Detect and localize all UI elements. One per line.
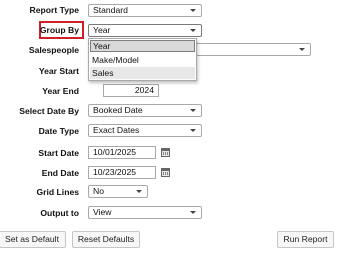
- group-by-option-make-model[interactable]: Make/Model: [90, 54, 195, 66]
- group-by-label: Group By: [39, 25, 79, 35]
- output-to-value: View: [93, 207, 112, 217]
- date-type-select[interactable]: Exact Dates: [88, 124, 202, 137]
- grid-lines-label: Grid Lines: [36, 187, 80, 197]
- calendar-icon[interactable]: [161, 168, 170, 177]
- reset-defaults-button[interactable]: Reset Defaults: [72, 231, 140, 248]
- run-report-button[interactable]: Run Report: [277, 231, 334, 248]
- select-date-by-value: Booked Date: [93, 105, 143, 115]
- end-date-input[interactable]: 10/23/2025: [88, 166, 156, 179]
- chevron-down-icon: [136, 190, 142, 193]
- year-end-input[interactable]: 2024: [103, 84, 159, 97]
- end-date-label: End Date: [41, 168, 79, 178]
- group-by-option-year[interactable]: Year: [90, 40, 195, 52]
- report-type-value: Standard: [93, 5, 128, 15]
- select-date-by-select[interactable]: Booked Date: [88, 104, 202, 117]
- chevron-down-icon: [190, 129, 196, 132]
- chevron-down-icon: [190, 211, 196, 214]
- chevron-down-icon: [299, 48, 305, 51]
- year-end-label: Year End: [42, 86, 79, 96]
- output-to-label: Output to: [40, 208, 79, 218]
- salespeople-label: Salespeople: [28, 45, 79, 55]
- group-by-value: Year: [93, 25, 111, 35]
- chevron-down-icon: [190, 9, 196, 12]
- calendar-icon[interactable]: [161, 148, 170, 157]
- group-by-select[interactable]: Year: [88, 24, 202, 37]
- start-date-label: Start Date: [38, 148, 79, 158]
- date-type-label: Date Type: [38, 126, 79, 136]
- grid-lines-select[interactable]: No: [88, 185, 148, 198]
- chevron-down-icon: [190, 29, 196, 32]
- year-start-label: Year Start: [38, 66, 79, 76]
- group-by-dropdown-list: Year Make/Model Sales: [88, 38, 197, 81]
- group-by-option-sales[interactable]: Sales: [90, 67, 195, 79]
- select-date-by-label: Select Date By: [19, 106, 79, 116]
- output-to-select[interactable]: View: [88, 206, 202, 219]
- set-as-default-button[interactable]: Set as Default: [0, 231, 66, 248]
- date-type-value: Exact Dates: [93, 125, 140, 135]
- start-date-input[interactable]: 10/01/2025: [88, 146, 156, 159]
- grid-lines-value: No: [93, 186, 104, 196]
- report-type-label: Report Type: [29, 5, 80, 15]
- chevron-down-icon: [190, 109, 196, 112]
- report-type-select[interactable]: Standard: [88, 4, 202, 17]
